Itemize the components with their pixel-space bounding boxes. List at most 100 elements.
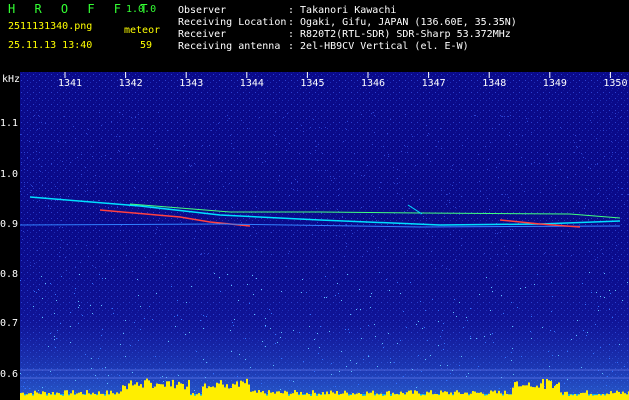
noise-speckle [490,334,491,335]
noise-speckle [206,316,207,317]
noise-bar [560,392,562,400]
noise-speckle [400,340,401,341]
noise-speckle [25,388,26,389]
noise-speckle [86,133,87,134]
noise-bar [388,390,390,400]
noise-bar [544,388,546,400]
noise-bar [368,393,370,400]
noise-speckle [420,301,421,302]
x-tick-label: 1348 [482,78,507,89]
noise-bar [276,391,278,400]
noise-speckle [297,181,298,182]
noise-bar [292,393,294,400]
noise-speckle [189,165,190,166]
noise-bar [40,394,42,400]
noise-speckle [74,293,75,294]
noise-bar [506,393,508,400]
noise-bar [338,394,340,400]
noise-speckle [275,131,276,132]
noise-speckle [155,131,156,132]
noise-speckle [149,306,150,307]
noise-bar [298,395,300,400]
noise-speckle [152,319,153,320]
noise-speckle [505,357,506,358]
noise-speckle [66,270,67,271]
noise-speckle [230,330,231,331]
noise-bar [260,392,262,400]
noise-speckle [177,300,178,301]
noise-bar [62,395,64,400]
noise-speckle [596,292,597,293]
noise-speckle [390,119,391,120]
noise-bar [56,392,58,400]
noise-speckle [426,218,427,219]
noise-speckle [345,329,346,330]
noise-speckle [455,207,456,208]
noise-speckle [597,257,598,258]
noise-speckle [200,320,201,321]
noise-bar [454,391,456,400]
noise-speckle [616,169,617,170]
noise-speckle [327,203,328,204]
noise-bar [608,394,610,400]
noise-speckle [203,359,204,360]
noise-speckle [339,371,340,372]
noise-speckle [405,114,406,115]
noise-speckle [275,334,276,335]
noise-bar [162,384,164,400]
noise-speckle [227,274,228,275]
noise-speckle [622,300,623,301]
noise-speckle [587,332,588,333]
noise-speckle [397,193,398,194]
noise-speckle [293,381,294,382]
noise-speckle [171,286,172,287]
noise-speckle [203,328,204,329]
noise-speckle [169,170,170,171]
noise-bar [46,395,48,400]
noise-speckle [394,183,395,184]
noise-speckle [443,349,444,350]
noise-speckle [604,297,605,298]
noise-speckle [367,251,368,252]
antenna-value: : 2el-HB9CV Vertical (el. E-W) [288,41,469,52]
noise-bar [602,394,604,400]
noise-speckle [463,327,464,328]
noise-speckle [82,315,83,316]
noise-speckle [231,351,232,352]
noise-speckle [333,267,334,268]
noise-bar [390,395,392,400]
noise-speckle [325,127,326,128]
noise-bar [610,391,612,400]
noise-speckle [604,156,605,157]
noise-speckle [505,194,506,195]
noise-bar [236,381,238,400]
noise-speckle [359,289,360,290]
noise-bar [444,391,446,400]
noise-speckle [108,207,109,208]
noise-speckle [351,371,352,372]
noise-speckle [59,194,60,195]
noise-speckle [602,373,603,374]
noise-bar [590,393,592,400]
noise-bar [136,382,138,400]
location-label: Receiving Location [178,17,287,28]
noise-speckle [546,184,547,185]
noise-bar [230,387,232,400]
noise-speckle [430,355,431,356]
noise-speckle [62,161,63,162]
noise-speckle [60,196,61,197]
noise-speckle [177,315,178,316]
noise-speckle [531,338,532,339]
noise-bar [370,392,372,400]
noise-speckle [232,322,233,323]
noise-speckle [619,259,620,260]
noise-speckle [461,245,462,246]
noise-speckle [350,360,351,361]
noise-speckle [117,207,118,208]
noise-bar [322,392,324,400]
noise-bar [446,391,448,400]
noise-bar [552,388,554,400]
noise-speckle [326,264,327,265]
noise-speckle [187,158,188,159]
location-value: : Ogaki, Gifu, JAPAN (136.60E, 35.35N) [288,17,517,28]
